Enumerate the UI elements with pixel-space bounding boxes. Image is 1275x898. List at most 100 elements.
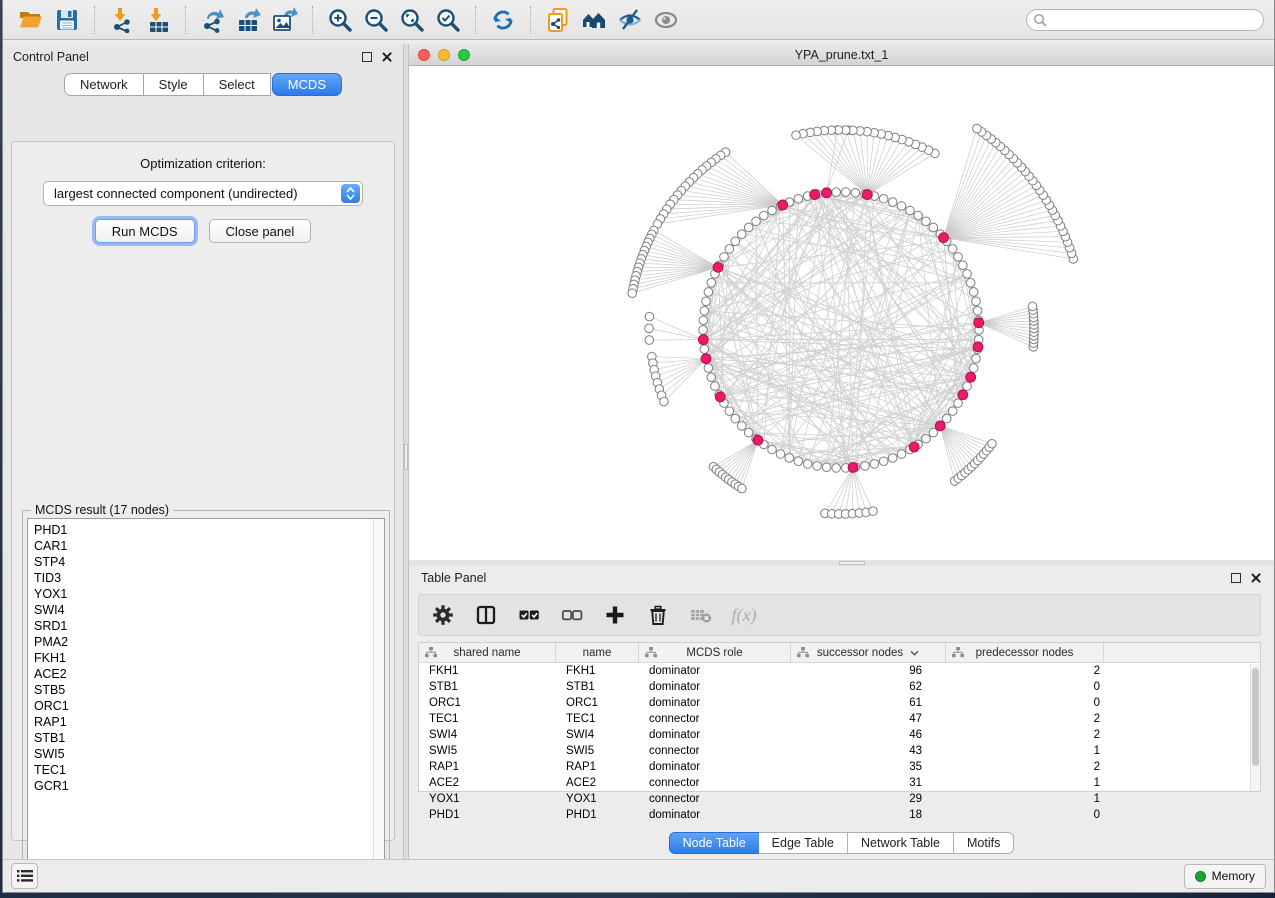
cell-successor-nodes[interactable]: 18 [791,809,946,821]
table-row[interactable]: STB1STB1dominator620 [419,679,1260,695]
result-list-scrollbar[interactable] [373,519,384,876]
cell-predecessor-nodes[interactable]: 2 [946,761,1104,773]
column-header-shared-name[interactable]: shared name [419,643,556,662]
column-header-MCDS-role[interactable]: MCDS role [639,643,791,662]
cell-predecessor-nodes[interactable]: 0 [946,681,1104,693]
mcds-result-item[interactable]: RAP1 [34,714,373,730]
cell-name[interactable]: PHD1 [556,809,639,821]
cell-predecessor-nodes[interactable]: 1 [946,793,1104,805]
export-network-icon[interactable] [195,4,231,36]
cell-shared-name[interactable]: RAP1 [419,761,556,773]
mcds-result-item[interactable]: FKH1 [34,650,373,666]
zoom-out-icon[interactable] [358,4,394,36]
search-input[interactable] [1026,9,1264,31]
cell-shared-name[interactable]: SWI4 [419,729,556,741]
cell-MCDS-role[interactable]: connector [639,777,791,789]
cell-predecessor-nodes[interactable]: 0 [946,809,1104,821]
mcds-result-item[interactable]: TID3 [34,570,373,586]
mcds-result-item[interactable]: PHD1 [34,522,373,538]
tab-mcds[interactable]: MCDS [272,73,342,96]
cell-shared-name[interactable]: ACE2 [419,777,556,789]
cell-predecessor-nodes[interactable]: 1 [946,745,1104,757]
cell-name[interactable]: YOX1 [556,793,639,805]
cell-name[interactable]: FKH1 [556,665,639,677]
table-row[interactable]: PHD1PHD1dominator180 [419,807,1260,823]
add-row-icon[interactable] [601,601,629,629]
tab-select[interactable]: Select [204,73,271,96]
splitter-handle[interactable] [404,444,408,470]
cell-predecessor-nodes[interactable]: 2 [946,729,1104,741]
network-graph[interactable] [409,66,1275,560]
cell-MCDS-role[interactable]: connector [639,745,791,757]
export-table-icon[interactable] [231,4,267,36]
cell-predecessor-nodes[interactable]: 0 [946,697,1104,709]
cell-shared-name[interactable]: ORC1 [419,697,556,709]
table-row[interactable]: RAP1RAP1dominator352 [419,759,1260,775]
float-panel-icon[interactable] [1231,573,1241,583]
import-network-icon[interactable] [104,4,140,36]
mcds-result-item[interactable]: CAR1 [34,538,373,554]
table-row[interactable]: ORC1ORC1dominator610 [419,695,1260,711]
column-header-name[interactable]: name [556,643,639,662]
cell-MCDS-role[interactable]: dominator [639,681,791,693]
float-panel-icon[interactable] [362,52,372,62]
import-table-icon[interactable] [140,4,176,36]
save-session-icon[interactable] [49,4,85,36]
table-row[interactable]: FKH1FKH1dominator962 [419,663,1260,679]
cell-MCDS-role[interactable]: dominator [639,665,791,677]
refresh-layout-icon[interactable] [485,4,521,36]
zoom-selected-icon[interactable] [430,4,466,36]
cell-shared-name[interactable]: YOX1 [419,793,556,805]
cell-predecessor-nodes[interactable]: 1 [946,777,1104,789]
first-neighbors-icon[interactable] [576,4,612,36]
cell-MCDS-role[interactable]: dominator [639,697,791,709]
cell-name[interactable]: RAP1 [556,761,639,773]
close-panel-button[interactable]: Close panel [209,219,312,243]
table-row[interactable]: SWI4SWI4dominator462 [419,727,1260,743]
cell-shared-name[interactable]: TEC1 [419,713,556,725]
gear-icon[interactable] [429,601,457,629]
mcds-result-item[interactable]: YOX1 [34,586,373,602]
mcds-result-item[interactable]: STB5 [34,682,373,698]
mcds-result-item[interactable]: SWI4 [34,602,373,618]
cell-MCDS-role[interactable]: dominator [639,809,791,821]
clone-network-icon[interactable] [540,4,576,36]
close-panel-icon[interactable] [381,51,393,63]
table-row[interactable]: ACE2ACE2connector311 [419,775,1260,791]
zoom-fit-icon[interactable] [394,4,430,36]
cell-name[interactable]: ORC1 [556,697,639,709]
cell-name[interactable]: SWI4 [556,729,639,741]
mcds-result-item[interactable]: PMA2 [34,634,373,650]
deselect-all-icon[interactable] [558,601,586,629]
tab-style[interactable]: Style [144,73,204,96]
cell-successor-nodes[interactable]: 35 [791,761,946,773]
table-row[interactable]: SWI5SWI5connector431 [419,743,1260,759]
select-all-icon[interactable] [515,601,543,629]
splitter-handle[interactable] [839,561,865,565]
tab-motifs[interactable]: Motifs [954,832,1014,854]
column-header-predecessor-nodes[interactable]: predecessor nodes [946,643,1104,662]
tab-network-table[interactable]: Network Table [848,832,954,854]
task-history-button[interactable] [11,863,38,889]
mcds-result-item[interactable]: STB1 [34,730,373,746]
cell-successor-nodes[interactable]: 61 [791,697,946,709]
cell-successor-nodes[interactable]: 46 [791,729,946,741]
run-mcds-button[interactable]: Run MCDS [95,219,195,243]
cell-successor-nodes[interactable]: 43 [791,745,946,757]
mcds-result-item[interactable]: STP4 [34,554,373,570]
mcds-result-item[interactable]: TEC1 [34,762,373,778]
open-file-icon[interactable] [13,4,49,36]
export-image-icon[interactable] [267,4,303,36]
tab-network[interactable]: Network [64,73,144,96]
network-view-canvas[interactable] [409,66,1274,560]
cell-MCDS-role[interactable]: dominator [639,729,791,741]
memory-button[interactable]: Memory [1184,864,1266,889]
cell-name[interactable]: STB1 [556,681,639,693]
table-scrollbar[interactable] [1250,664,1260,791]
cell-MCDS-role[interactable]: dominator [639,761,791,773]
zoom-in-icon[interactable] [322,4,358,36]
cell-name[interactable]: TEC1 [556,713,639,725]
delete-row-icon[interactable] [644,601,672,629]
close-panel-icon[interactable] [1250,572,1262,584]
cell-MCDS-role[interactable]: connector [639,713,791,725]
